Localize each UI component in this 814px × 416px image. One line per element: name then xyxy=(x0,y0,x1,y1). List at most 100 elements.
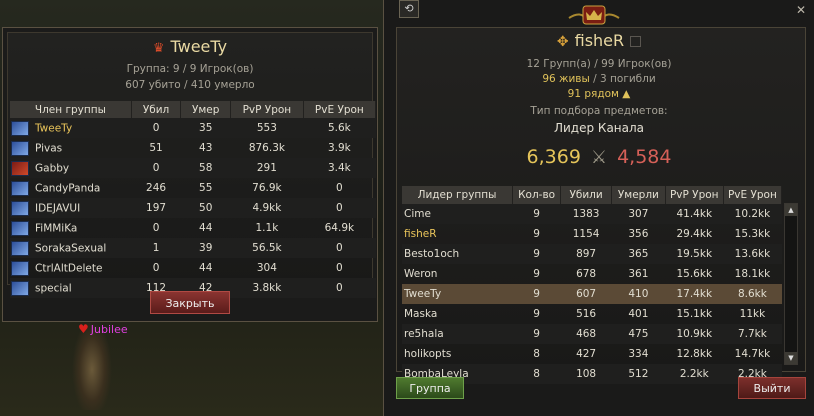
group-count-cell: 9 xyxy=(512,284,561,304)
member-name-cell: CtrlAltDelete xyxy=(10,258,131,278)
member-pvp-cell: 3.8kk xyxy=(230,278,304,298)
member-pve-cell: 0 xyxy=(303,238,376,258)
member-pve-cell: 0 xyxy=(303,198,376,218)
member-pvp-cell: 291 xyxy=(230,158,304,178)
col-pvp[interactable]: PvP Урон xyxy=(230,101,304,118)
group-row[interactable]: holikopts 8 427 334 12.8kk 14.7kk xyxy=(402,344,782,364)
group-pvp-cell: 41.4kk xyxy=(665,204,724,224)
checkbox[interactable] xyxy=(630,36,642,47)
col-kills[interactable]: Убил xyxy=(131,101,182,118)
scroll-down-icon[interactable]: ▼ xyxy=(785,352,797,364)
class-icon xyxy=(11,120,29,136)
party-member-row[interactable]: CandyPanda 246 55 76.9k 0 xyxy=(10,178,376,198)
member-kills-cell: 0 xyxy=(152,222,160,234)
party-member-row[interactable]: TweeTy 0 35 553 5.6k xyxy=(10,118,376,138)
member-name-cell: TweeTy xyxy=(10,118,132,138)
party-kills-line: 607 убито / 410 умерло xyxy=(125,79,255,91)
group-row[interactable]: re5hala 9 468 475 10.9kk 7.7kk xyxy=(402,324,782,344)
group-pve-cell: 14.7kk xyxy=(734,348,771,360)
col-deaths[interactable]: Умер xyxy=(180,101,232,118)
member-deaths-cell: 50 xyxy=(180,198,231,218)
member-pvp-cell: 56.5k xyxy=(230,238,304,258)
group-pve-cell: 15.3kk xyxy=(734,228,771,240)
member-deaths-cell: 35 xyxy=(180,118,231,138)
close-button[interactable]: Закрыть xyxy=(150,291,230,314)
close-icon[interactable]: ✕ xyxy=(796,3,806,17)
group-row[interactable]: Weron 9 678 361 15.6kk 18.1kk xyxy=(402,264,782,284)
group-row[interactable]: TweeTy 9 607 410 17.4kk 8.6kk xyxy=(402,284,782,304)
group-row[interactable]: fisheR 9 1154 356 29.4kk 15.3kk xyxy=(402,224,782,244)
scroll-up-icon[interactable]: ▲ xyxy=(785,204,797,216)
party-member-row[interactable]: FiMMiKa 0 44 1.1k 64.9k xyxy=(10,218,376,238)
group-pvp-cell: 17.4kk xyxy=(665,284,724,304)
member-pve-cell: 0 xyxy=(336,262,343,274)
col-member[interactable]: Член группы xyxy=(10,101,132,118)
party-member-row[interactable]: IDEJAVUI 197 50 4.9kk 0 xyxy=(10,198,376,218)
score-right: 4,584 xyxy=(617,146,672,168)
col-count[interactable]: Кол-во xyxy=(512,186,562,204)
col-pvp[interactable]: PvP Урон xyxy=(665,186,724,204)
group-pvp-cell: 19.5kk xyxy=(665,244,724,264)
group-kills-cell: 1383 xyxy=(560,204,612,224)
col-killed[interactable]: Убили xyxy=(560,186,613,204)
member-name-cell: SorakaSexual xyxy=(10,238,132,258)
party-member-row[interactable]: CtrlAltDelete 0 44 304 0 xyxy=(10,258,376,278)
heart-icon: ♥ xyxy=(78,322,89,336)
group-deaths-cell: 356 xyxy=(628,228,649,240)
member-name: IDEJAVUI xyxy=(35,202,81,214)
member-kills-cell: 0 xyxy=(131,118,181,138)
member-pvp-cell: 4.9kk xyxy=(230,198,304,218)
class-icon xyxy=(11,200,29,216)
group-pve-cell: 8.6kk xyxy=(723,284,782,304)
party-member-row[interactable]: SorakaSexual 1 39 56.5k 0 xyxy=(10,238,376,258)
group-pve-cell: 11kk xyxy=(739,308,766,320)
group-pvp-cell: 12.8kk xyxy=(676,348,713,360)
class-icon xyxy=(11,140,29,156)
party-count-line: Группа: 9 / 9 Игрок(ов) xyxy=(126,63,254,75)
col-pve[interactable]: PvE Урон xyxy=(303,101,377,118)
group-deaths-cell: 307 xyxy=(611,204,666,224)
group-button[interactable]: Группа xyxy=(396,377,464,399)
group-name-cell: fisheR xyxy=(404,228,437,240)
member-pve-cell: 0 xyxy=(303,278,376,298)
group-pve-cell: 7.7kk xyxy=(723,324,782,344)
group-row[interactable]: Cime 9 1383 307 41.4kk 10.2kk xyxy=(402,204,782,224)
group-deaths-cell: 401 xyxy=(628,308,649,320)
member-deaths-cell: 39 xyxy=(180,238,231,258)
member-name: SorakaSexual xyxy=(35,242,107,254)
group-pve-cell: 13.6kk xyxy=(723,244,782,264)
class-icon xyxy=(11,180,29,196)
party-member-row[interactable]: Gabby 0 58 291 3.4k xyxy=(10,158,376,178)
group-deaths-cell: 334 xyxy=(628,348,649,360)
group-name-cell: TweeTy xyxy=(402,284,513,304)
col-group-leader[interactable]: Лидер группы xyxy=(402,186,514,204)
scrollbar[interactable]: ▲ ▼ xyxy=(784,203,798,365)
party-member-row[interactable]: Pivas 51 43 876.3k 3.9k xyxy=(10,138,376,158)
group-row[interactable]: Besto1och 9 897 365 19.5kk 13.6kk xyxy=(402,244,782,264)
refresh-icon[interactable]: ⟲ xyxy=(399,0,419,18)
channel-count-line: 12 Групп(а) / 99 Игрок(ов) xyxy=(526,58,672,70)
channel-title: ✥ fisheR xyxy=(384,31,814,50)
channel-stats-panel: ⟲ ✕ ✥ fisheR 12 Групп(а) / 99 Игрок(ов) 9… xyxy=(383,0,814,416)
party-members-table: Член группы Убил Умер PvP Урон PvE Урон … xyxy=(10,101,377,298)
col-died[interactable]: Умерли xyxy=(611,186,666,204)
member-name: special xyxy=(35,282,72,294)
loot-type-label: Тип подбора предметов: xyxy=(530,105,668,117)
member-deaths-cell: 44 xyxy=(199,262,213,274)
group-count-cell: 9 xyxy=(512,324,561,344)
member-deaths-cell: 58 xyxy=(180,158,231,178)
group-kills-cell: 678 xyxy=(576,268,597,280)
nearby-count: 91 рядом xyxy=(567,88,619,100)
col-pve[interactable]: PvE Урон xyxy=(723,186,783,204)
channel-leader-name: fisheR xyxy=(574,31,625,50)
member-name-cell: Gabby xyxy=(10,158,132,178)
group-row[interactable]: Maska 9 516 401 15.1kk 11kk xyxy=(402,304,782,324)
member-pve-cell: 64.9k xyxy=(324,222,355,234)
exit-button[interactable]: Выйти xyxy=(738,377,806,399)
class-icon xyxy=(11,260,29,276)
group-deaths-cell: 361 xyxy=(628,268,649,280)
character-nameplate: ♥ Jubilee xyxy=(78,322,128,336)
member-kills-cell: 0 xyxy=(152,262,160,274)
member-deaths-cell: 44 xyxy=(199,222,213,234)
group-deaths-cell: 512 xyxy=(611,364,666,384)
